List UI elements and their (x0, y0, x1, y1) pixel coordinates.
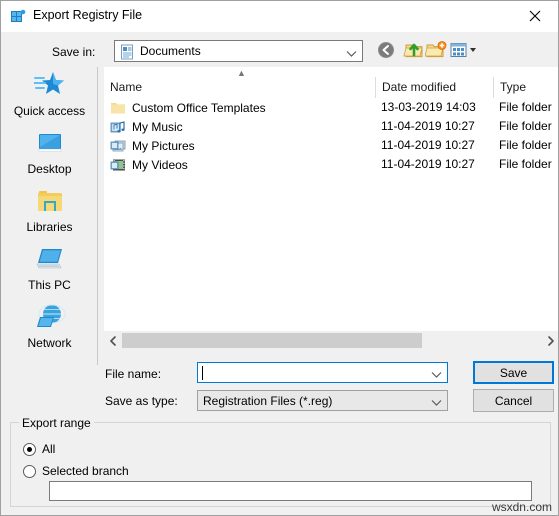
scroll-left-icon[interactable] (104, 332, 121, 349)
file-type: File folder (499, 119, 552, 133)
radio-label-selected-branch: Selected branch (42, 464, 129, 478)
file-name: My Music (132, 119, 183, 134)
file-type: File folder (499, 138, 552, 152)
radio-selected-branch[interactable]: Selected branch (23, 462, 129, 480)
column-header-name[interactable]: Name (104, 77, 375, 98)
save-button[interactable]: Save (473, 361, 554, 384)
sidebar-label: Quick access (13, 104, 86, 118)
new-folder-icon[interactable] (424, 39, 449, 63)
places-bar: Quick access Desktop Libraries This PC N… (2, 67, 98, 365)
save-in-value: Documents (140, 44, 201, 58)
sidebar-label: Desktop (27, 162, 72, 176)
file-date: 11-04-2019 10:27 (381, 157, 475, 171)
file-date: 13-03-2019 14:03 (381, 100, 476, 114)
file-name-cell: My Videos (110, 155, 370, 174)
file-name-cell: My Pictures (110, 136, 370, 155)
desktop-monitor-icon (2, 127, 97, 161)
radio-all[interactable]: All (23, 440, 55, 458)
export-registry-file-dialog: Export Registry File Save in: Documents (0, 0, 559, 516)
cancel-button[interactable]: Cancel (473, 389, 554, 412)
column-header-type[interactable]: Type (493, 77, 558, 98)
videos-folder-icon (110, 157, 126, 173)
sidebar-label: This PC (28, 278, 71, 292)
watermark: wsxdn.com (491, 500, 552, 514)
chevron-down-icon (346, 47, 357, 61)
save-as-type-value: Registration Files (*.reg) (203, 394, 333, 408)
window-title: Export Registry File (33, 8, 143, 22)
scroll-right-icon[interactable] (542, 332, 558, 349)
sidebar-label: Network (27, 336, 72, 350)
radio-indicator-selected-branch (23, 464, 36, 478)
folder-icon (110, 100, 126, 116)
network-globe-icon (2, 301, 97, 335)
save-in-combobox[interactable]: Documents (114, 40, 363, 62)
chevron-down-icon[interactable] (431, 396, 442, 410)
chevron-down-icon[interactable] (431, 368, 442, 382)
close-icon[interactable] (512, 1, 558, 31)
column-headers: Name Date modified Type (104, 77, 558, 98)
back-button[interactable] (375, 39, 399, 63)
file-name-label: File name: (105, 367, 162, 381)
sidebar-item-libraries[interactable]: Libraries (2, 183, 97, 241)
sidebar-item-desktop[interactable]: Desktop (2, 125, 97, 183)
pictures-folder-icon (110, 138, 126, 154)
table-row[interactable]: My Music 11-04-2019 10:27 File folder (104, 117, 558, 136)
this-pc-icon (2, 243, 97, 277)
file-list[interactable]: ▲ Name Date modified Type Custom Office … (104, 67, 558, 331)
sidebar-label: Libraries (26, 220, 73, 234)
file-name: Custom Office Templates (132, 100, 266, 115)
sidebar-item-network[interactable]: Network (2, 299, 97, 357)
title-bar: Export Registry File (1, 1, 558, 32)
sidebar-item-this-pc[interactable]: This PC (2, 241, 97, 299)
text-cursor (202, 366, 203, 380)
file-date: 11-04-2019 10:27 (381, 138, 475, 152)
file-type: File folder (499, 157, 552, 171)
save-as-type-combobox[interactable]: Registration Files (*.reg) (197, 390, 448, 411)
file-date: 11-04-2019 10:27 (381, 119, 475, 133)
file-name: My Videos (132, 157, 188, 172)
sidebar-item-quick-access[interactable]: Quick access (2, 67, 97, 125)
file-name-cell: Custom Office Templates (110, 98, 370, 117)
selected-branch-input[interactable] (49, 481, 532, 501)
scrollbar-thumb[interactable] (122, 333, 422, 348)
file-type: File folder (499, 100, 552, 114)
libraries-folder-icon (2, 185, 97, 219)
table-row[interactable]: Custom Office Templates 13-03-2019 14:03… (104, 98, 558, 117)
file-name: My Pictures (132, 138, 195, 153)
radio-indicator-all (23, 442, 36, 456)
export-range-title: Export range (19, 416, 94, 430)
table-row[interactable]: My Videos 11-04-2019 10:27 File folder (104, 155, 558, 174)
up-folder-icon[interactable] (403, 39, 427, 63)
views-button[interactable] (449, 39, 479, 63)
column-header-date-modified[interactable]: Date modified (375, 77, 493, 98)
registry-grid-icon (10, 9, 26, 25)
radio-label-all: All (42, 442, 56, 456)
file-name-cell: My Music (110, 117, 370, 136)
quick-access-star-icon (2, 69, 97, 103)
document-folder-icon (119, 44, 135, 60)
music-folder-icon (110, 119, 126, 135)
file-name-input[interactable] (197, 362, 448, 383)
table-row[interactable]: My Pictures 11-04-2019 10:27 File folder (104, 136, 558, 155)
horizontal-scrollbar[interactable] (104, 332, 558, 349)
save-in-label: Save in: (52, 45, 96, 59)
save-as-type-label: Save as type: (105, 394, 178, 408)
